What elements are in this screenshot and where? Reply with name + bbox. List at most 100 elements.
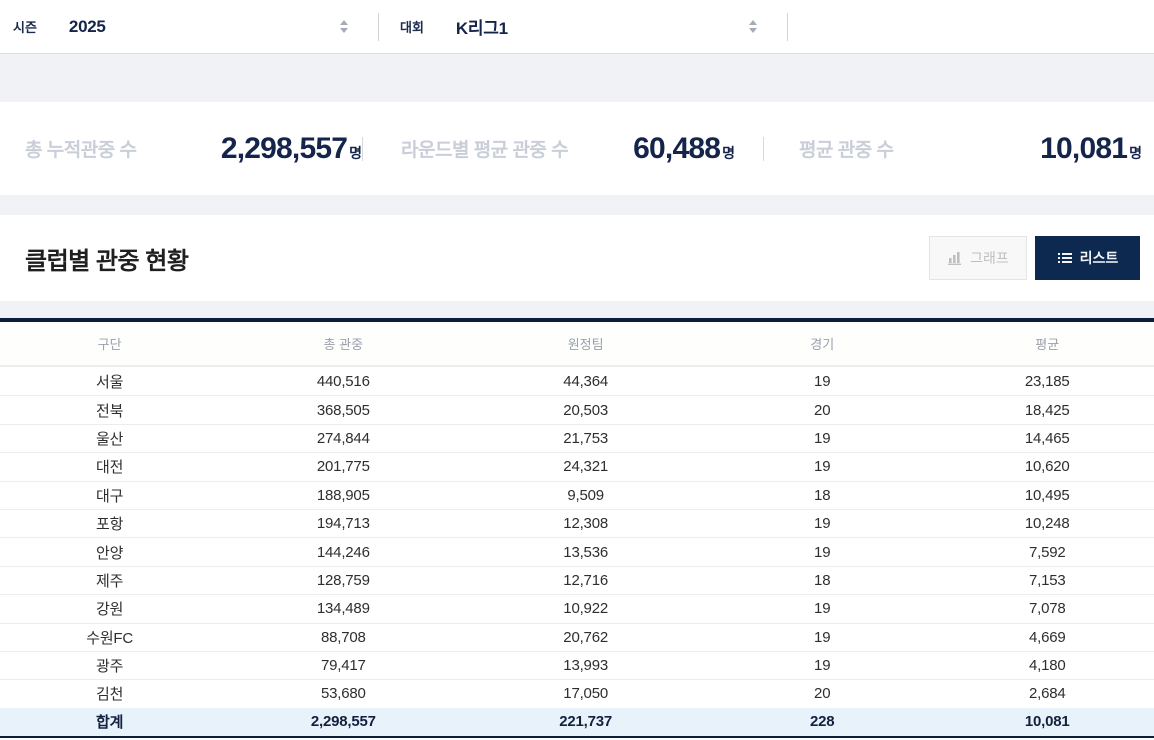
table-cell: 20 — [703, 679, 941, 707]
stat-label: 총 누적관중 수 — [25, 140, 137, 161]
table-cell: 13,536 — [467, 537, 704, 565]
table-row: 대구 188,905 9,509 18 10,495 — [0, 480, 1154, 509]
table-cell: 17,050 — [467, 679, 704, 707]
stat-average-attendance: 평균 관중 수 10,081 명 — [764, 132, 1154, 166]
total-cell: 221,737 — [467, 707, 704, 736]
table-row: 전북 368,505 20,503 20 18,425 — [0, 395, 1154, 423]
table-cell: 20,503 — [467, 395, 704, 423]
club-attendance-section-header: 클럽별 관중 현황 그래프 리스트 — [0, 215, 1154, 301]
stat-label: 평균 관중 수 — [799, 140, 894, 161]
season-value: 2025 — [68, 16, 106, 36]
table-row: 수원FC 88,708 20,762 19 4,669 — [0, 622, 1154, 651]
table-cell: 21,753 — [467, 423, 704, 452]
competition-select[interactable]: 대회 K리그1 — [379, 0, 787, 53]
column-header: 구단 — [0, 322, 220, 367]
table-cell: 13,993 — [467, 650, 704, 679]
table-cell: 12,308 — [467, 508, 704, 537]
column-header: 평균 — [940, 322, 1154, 367]
table-row: 서울 440,516 44,364 19 23,185 — [0, 367, 1154, 395]
graph-view-button[interactable]: 그래프 — [929, 236, 1027, 280]
divider — [787, 12, 788, 41]
stat-value: 2,298,557 명 — [220, 131, 362, 165]
stat-value: 10,081 명 — [1040, 131, 1142, 165]
table-cell: 서울 — [96, 373, 124, 391]
table-cell: 134,489 — [219, 594, 468, 622]
table-cell: 10,248 — [940, 508, 1154, 537]
table-cell: 12,716 — [467, 565, 704, 594]
column-header: 경기 — [703, 322, 941, 367]
table-cell: 274,844 — [219, 423, 468, 452]
table-cell: 88,708 — [219, 622, 468, 651]
table-cell: 24,321 — [467, 452, 704, 480]
table-cell: 19 — [703, 508, 941, 537]
column-header: 총 관중 — [219, 322, 468, 367]
list-button-label: 리스트 — [1079, 250, 1119, 266]
total-cell: 2,298,557 — [219, 707, 468, 736]
table-cell: 2,684 — [940, 679, 1154, 707]
table-cell: 368,505 — [219, 395, 468, 423]
attendance-stats-bar: 총 누적관중 수 2,298,557 명 라운드별 평균 관중 수 60,488 명… — [0, 102, 1154, 195]
table-row: 강원 134,489 10,922 19 7,078 — [0, 594, 1154, 622]
list-view-button[interactable]: 리스트 — [1035, 236, 1140, 280]
table-cell: 18 — [703, 565, 941, 594]
graph-button-label: 그래프 — [970, 250, 1009, 266]
table-row: 안양 144,246 13,536 19 7,592 — [0, 537, 1154, 565]
table-cell: 18 — [703, 480, 941, 509]
spacer-band — [0, 53, 1154, 102]
table-cell: 19 — [703, 537, 941, 565]
table-cell: 19 — [703, 452, 941, 480]
table-cell: 7,153 — [940, 565, 1154, 594]
stat-unit: 명 — [349, 144, 362, 161]
table-cell: 안양 — [0, 537, 220, 565]
stat-label: 라운드별 평균 관중 수 — [401, 140, 569, 161]
table-cell: 대구 — [0, 480, 220, 509]
table-cell: 20 — [703, 395, 941, 423]
table-cell: 19 — [814, 372, 831, 390]
total-cell: 합계 — [0, 707, 220, 736]
table-cell: 전북 — [0, 395, 220, 423]
table-header-row: 구단 총 관중 원정팀 경기 평균 — [0, 322, 1154, 367]
stat-round-average: 라운드별 평균 관중 수 60,488 명 — [363, 132, 763, 166]
table-cell: 울산 — [0, 423, 220, 452]
table-cell: 14,465 — [940, 423, 1154, 452]
table-cell: 7,592 — [940, 537, 1154, 565]
table-cell: 포항 — [0, 508, 220, 537]
filter-bar: 시즌 2025 대회 K리그1 — [0, 0, 1154, 53]
table-cell: 128,759 — [219, 565, 468, 594]
table-row: 포항 194,713 12,308 19 10,248 — [0, 508, 1154, 537]
table-cell: 7,078 — [940, 594, 1154, 622]
table-cell: 201,775 — [219, 452, 468, 480]
season-select[interactable]: 시즌 2025 — [0, 0, 378, 53]
competition-label: 대회 — [400, 20, 424, 35]
table-cell: 광주 — [0, 650, 220, 679]
table-cell: 20,762 — [467, 622, 704, 651]
table-cell: 제주 — [0, 565, 220, 594]
table-cell: 10,620 — [940, 452, 1154, 480]
table-cell: 수원FC — [0, 622, 220, 651]
competition-value: K리그1 — [455, 19, 508, 38]
club-attendance-table: 구단 총 관중 원정팀 경기 평균 서울 440,516 44,364 19 23,185 전북 3… — [0, 318, 1154, 738]
spacer-band — [0, 195, 1154, 215]
table-cell: 강원 — [0, 594, 220, 622]
table-cell: 18,425 — [940, 395, 1154, 423]
table-total-row: 합계 2,298,557 221,737 228 10,081 — [0, 707, 1154, 736]
table-cell: 23,185 — [1024, 372, 1070, 390]
view-toggle: 그래프 리스트 — [929, 236, 1140, 280]
table-cell: 19 — [703, 594, 941, 622]
table-cell: 19 — [703, 622, 941, 651]
table-row: 제주 128,759 12,716 18 7,153 — [0, 565, 1154, 594]
table-cell: 대전 — [0, 452, 220, 480]
table-cell: 김천 — [0, 679, 220, 707]
table-cell: 79,417 — [219, 650, 468, 679]
column-header: 원정팀 — [467, 322, 704, 367]
table-cell: 188,905 — [219, 480, 468, 509]
section-title: 클럽별 관중 현황 — [25, 247, 189, 275]
table-cell: 10,922 — [467, 594, 704, 622]
chevron-updown-icon — [749, 20, 757, 33]
table-cell: 144,246 — [219, 537, 468, 565]
table-row: 광주 79,417 13,993 19 4,180 — [0, 650, 1154, 679]
table-cell: 440,516 — [316, 372, 370, 390]
table-row: 김천 53,680 17,050 20 2,684 — [0, 679, 1154, 707]
chevron-updown-icon — [340, 20, 348, 33]
table-cell: 9,509 — [467, 480, 704, 509]
